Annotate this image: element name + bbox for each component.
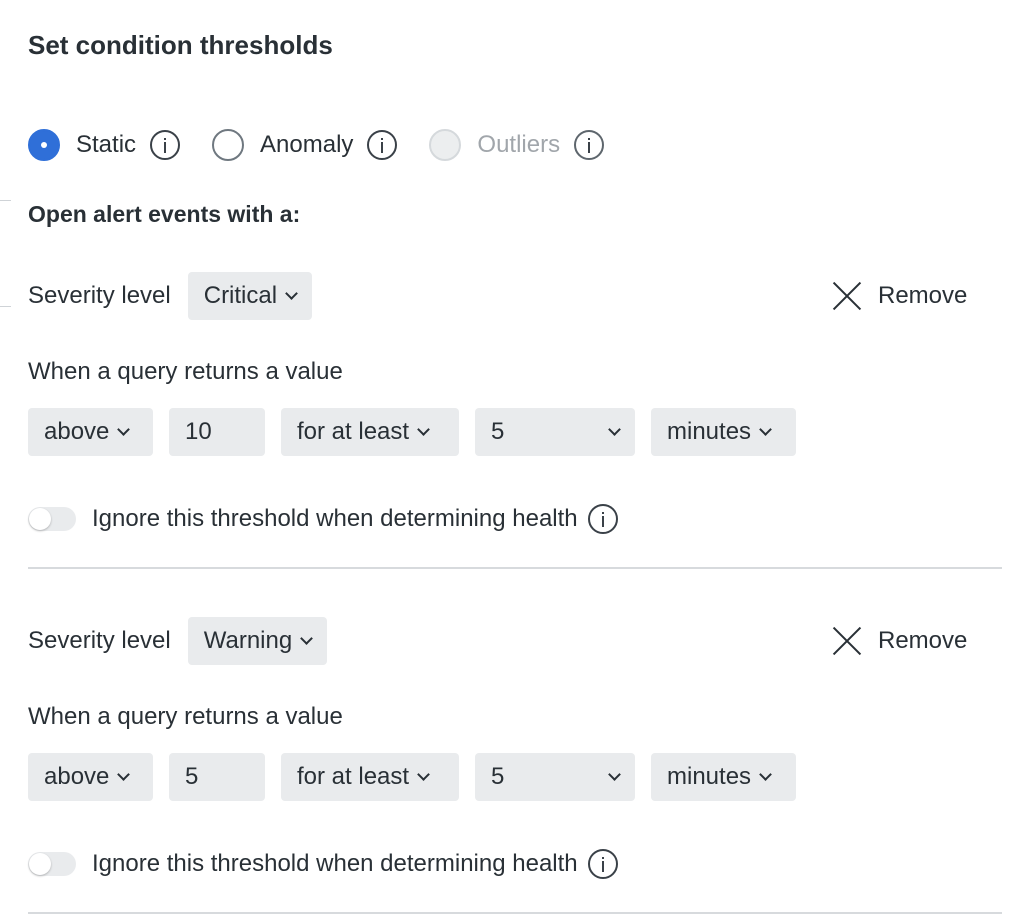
- close-icon: [832, 281, 862, 311]
- duration-unit-dropdown[interactable]: minutes: [651, 753, 796, 801]
- info-icon[interactable]: [587, 504, 618, 534]
- operator-dropdown[interactable]: above: [28, 408, 153, 456]
- duration-value-dropdown[interactable]: 5: [475, 408, 635, 456]
- left-edge-mark: [0, 200, 11, 201]
- ignore-threshold-toggle[interactable]: [28, 852, 76, 876]
- remove-button[interactable]: Remove: [832, 625, 967, 657]
- threshold-value-input[interactable]: 5: [169, 753, 265, 801]
- duration-unit-value: minutes: [667, 763, 752, 790]
- threshold-type-radio-group: Static Anomaly Outliers: [28, 127, 636, 163]
- operator-value: above: [44, 418, 110, 445]
- severity-label: Severity level: [28, 282, 171, 309]
- open-alert-events-label: Open alert events with a:: [28, 201, 301, 227]
- radio-label-static[interactable]: Static: [76, 131, 136, 159]
- severity-row: Severity level Critical: [28, 272, 313, 320]
- remove-label: Remove: [878, 282, 968, 309]
- severity-dropdown[interactable]: Critical: [187, 272, 313, 320]
- threshold-divider: [28, 567, 1002, 569]
- info-icon[interactable]: [574, 130, 605, 160]
- chevron-down-icon: [417, 422, 430, 436]
- page-title: Set condition thresholds: [28, 30, 333, 60]
- duration-unit-dropdown[interactable]: minutes: [651, 408, 796, 456]
- radio-option-outliers: Outliers: [429, 129, 605, 161]
- info-icon[interactable]: [587, 849, 618, 879]
- duration-mode-value: for at least: [297, 763, 410, 790]
- radio-anomaly[interactable]: [212, 129, 245, 161]
- operator-value: above: [44, 763, 110, 790]
- chevron-down-icon: [608, 422, 621, 436]
- duration-value-dropdown[interactable]: 5: [475, 753, 635, 801]
- severity-value: Warning: [203, 627, 293, 654]
- radio-label-anomaly[interactable]: Anomaly: [260, 131, 353, 159]
- chevron-down-icon: [117, 767, 131, 781]
- chevron-down-icon: [608, 767, 621, 781]
- ignore-threshold-toggle[interactable]: [28, 507, 76, 531]
- duration-mode-dropdown[interactable]: for at least: [281, 753, 459, 801]
- severity-label: Severity level: [28, 627, 171, 654]
- radio-label-outliers: Outliers: [477, 131, 561, 158]
- query-condition-label: When a query returns a value: [28, 703, 343, 730]
- radio-option-static[interactable]: Static: [28, 129, 181, 161]
- ignore-threshold-row: Ignore this threshold when determining h…: [28, 848, 618, 880]
- duration-value: 5: [491, 418, 505, 445]
- chevron-down-icon: [417, 767, 430, 781]
- ignore-threshold-label: Ignore this threshold when determining h…: [92, 505, 578, 532]
- info-icon[interactable]: [367, 130, 398, 160]
- threshold-value-input[interactable]: 10: [169, 408, 265, 456]
- operator-dropdown[interactable]: above: [28, 753, 153, 801]
- chevron-down-icon: [117, 422, 131, 436]
- chevron-down-icon: [300, 631, 314, 645]
- chevron-down-icon: [285, 286, 298, 300]
- remove-button[interactable]: Remove: [832, 280, 967, 312]
- duration-value: 5: [491, 763, 505, 790]
- chevron-down-icon: [759, 767, 772, 781]
- close-icon: [832, 626, 862, 656]
- query-condition-label: When a query returns a value: [28, 358, 343, 385]
- ignore-threshold-label: Ignore this threshold when determining h…: [92, 850, 578, 877]
- radio-option-anomaly[interactable]: Anomaly: [212, 129, 398, 161]
- threshold-value: 10: [185, 418, 212, 445]
- duration-mode-value: for at least: [297, 418, 410, 445]
- remove-label: Remove: [878, 627, 968, 654]
- duration-unit-value: minutes: [667, 418, 752, 445]
- info-icon[interactable]: [150, 130, 181, 160]
- severity-row: Severity level Warning: [28, 617, 328, 665]
- ignore-threshold-row: Ignore this threshold when determining h…: [28, 503, 618, 535]
- chevron-down-icon: [759, 422, 772, 436]
- threshold-value: 5: [185, 763, 199, 790]
- duration-mode-dropdown[interactable]: for at least: [281, 408, 459, 456]
- severity-value: Critical: [203, 282, 278, 309]
- left-edge-mark: [0, 306, 11, 307]
- severity-dropdown[interactable]: Warning: [187, 617, 328, 665]
- radio-outliers: [429, 129, 462, 161]
- radio-static[interactable]: [28, 129, 60, 161]
